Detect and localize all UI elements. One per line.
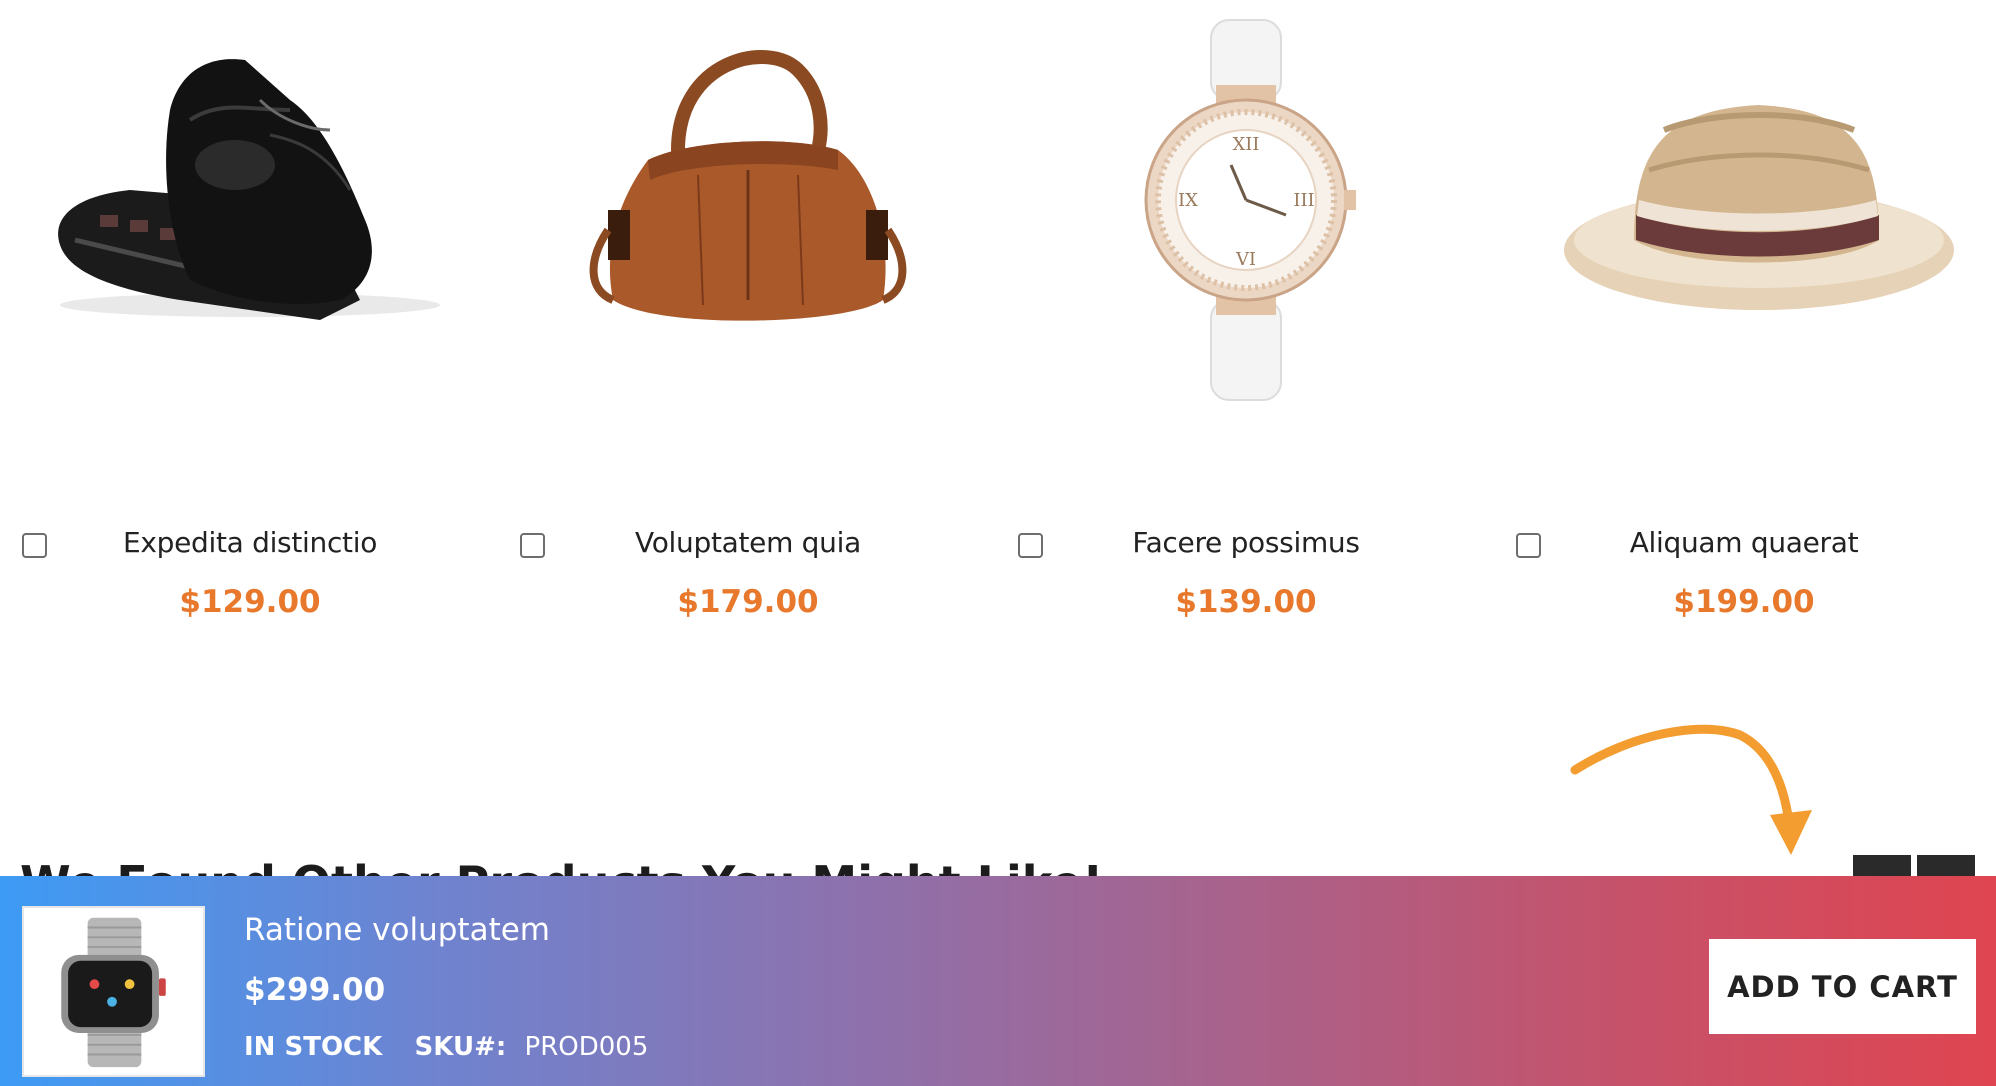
product-card: XII VI III IX Facere possimus $139.00 — [996, 0, 1494, 680]
bar-product-meta: IN STOCK SKU#: PROD005 — [244, 1032, 648, 1062]
hat-image — [1564, 105, 1954, 310]
product-card: Expedita distinctio $129.00 — [0, 0, 498, 680]
product-image-hat[interactable] — [1514, 0, 1974, 440]
add-to-cart-button[interactable]: ADD TO CART — [1709, 939, 1976, 1034]
product-image-handbag[interactable] — [518, 0, 978, 440]
sku-value: PROD005 — [524, 1032, 649, 1062]
product-image-shoe[interactable] — [20, 0, 480, 440]
product-price: $129.00 — [179, 584, 321, 620]
product-grid: Expedita distinctio $129.00 Voluptatem q… — [0, 0, 1996, 680]
svg-text:IX: IX — [1178, 190, 1198, 211]
product-price: $139.00 — [1175, 584, 1317, 620]
stock-status: IN STOCK — [244, 1032, 383, 1062]
product-card: Voluptatem quia $179.00 — [498, 0, 996, 680]
product-name[interactable]: Voluptatem quia — [548, 526, 948, 559]
shoe-image — [58, 59, 440, 320]
product-price: $199.00 — [1673, 584, 1815, 620]
smartwatch-image — [61, 917, 166, 1068]
sticky-add-to-cart-bar: Ratione voluptatem $299.00 IN STOCK SKU#… — [0, 876, 1996, 1086]
product-name[interactable]: Facere possimus — [1046, 526, 1446, 559]
product-name[interactable]: Expedita distinctio — [50, 526, 450, 559]
product-card: Aliquam quaerat $199.00 — [1494, 0, 1992, 680]
watch-image: XII VI III IX — [1144, 19, 1356, 401]
arrow-annotation-icon — [1570, 724, 1812, 855]
svg-text:III: III — [1293, 190, 1314, 211]
compare-checkbox[interactable] — [22, 533, 47, 558]
svg-text:XII: XII — [1232, 134, 1259, 155]
compare-checkbox[interactable] — [520, 533, 545, 558]
compare-checkbox[interactable] — [1018, 533, 1043, 558]
compare-checkbox[interactable] — [1516, 533, 1541, 558]
product-image-watch[interactable]: XII VI III IX — [1016, 0, 1476, 440]
product-thumbnail — [22, 906, 205, 1077]
sku-label: SKU#: — [414, 1032, 507, 1062]
product-price: $179.00 — [677, 584, 819, 620]
bar-product-price: $299.00 — [244, 972, 386, 1008]
handbag-image — [589, 50, 907, 321]
bar-product-name: Ratione voluptatem — [244, 912, 550, 948]
svg-text:VI: VI — [1235, 249, 1256, 270]
page: Expedita distinctio $129.00 Voluptatem q… — [0, 0, 1996, 1086]
product-name[interactable]: Aliquam quaerat — [1544, 526, 1944, 559]
